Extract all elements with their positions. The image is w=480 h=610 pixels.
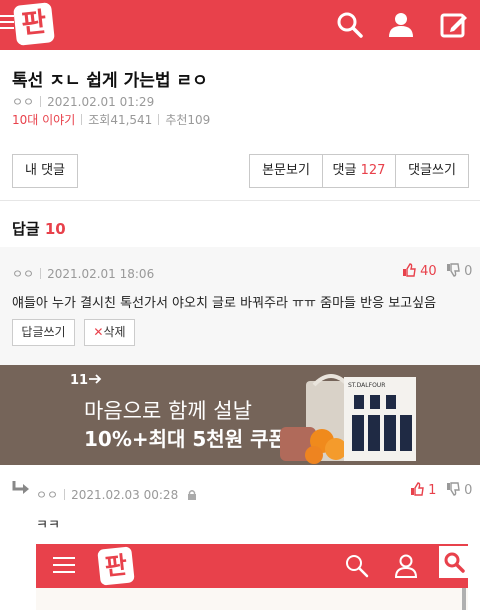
downvote-count: 0 (464, 264, 473, 279)
comments-label: 댓글 (332, 163, 357, 178)
recommend-count: 추천109 (165, 113, 211, 127)
ad-subheadline: 10%+최대 5천원 쿠폰 (84, 427, 287, 451)
logo[interactable]: 판 (13, 2, 55, 46)
embedded-search-box (439, 546, 468, 578)
reply-meta: ㅇㅇ 2021.02.03 00:28 (36, 486, 198, 503)
delete-button[interactable]: ✕삭제 (84, 319, 135, 346)
thumbs-up-icon (411, 482, 424, 496)
embedded-app-bar: 판 (36, 544, 468, 588)
ad-banner[interactable]: 11 마음으로 함께 설날 10%+최대 5천원 쿠폰 ST.DALFOUR (0, 365, 480, 465)
replies-heading: 답글 10 (12, 218, 66, 239)
lock-icon (188, 490, 197, 500)
reply-arrow-icon (12, 481, 29, 494)
upvote-count: 40 (420, 264, 437, 279)
menu-icon[interactable] (0, 15, 14, 33)
reply-text: ㅋㅋ (36, 518, 60, 533)
thumbs-down-icon (447, 482, 460, 496)
gift-set-image: ST.DALFOUR (280, 374, 416, 464)
post-meta: ㅇㅇ 2021.02.01 01:29 (12, 93, 154, 110)
search-icon (346, 555, 369, 578)
reply-downvote-button[interactable]: 0 (446, 482, 472, 498)
close-icon: ✕ (93, 325, 104, 339)
section-divider (0, 200, 480, 201)
user-icon[interactable] (386, 10, 416, 40)
reply-upvote-count: 1 (428, 483, 437, 498)
my-comments-button[interactable]: 내 댓글 (12, 154, 78, 188)
post-category[interactable]: 10대 이야기 (12, 113, 75, 127)
logo: 판 (97, 546, 135, 586)
write-comment-button[interactable]: 댓글쓰기 (395, 154, 469, 188)
upvote-button[interactable]: 40 (402, 263, 437, 279)
divider (158, 114, 160, 125)
comments-count: 127 (360, 163, 386, 178)
arrow-right-icon (89, 374, 102, 384)
reply-button[interactable]: 답글쓰기 (12, 319, 75, 346)
write-icon[interactable] (439, 10, 469, 40)
top-app-bar: 판 (0, 0, 480, 50)
scrollbar[interactable] (462, 588, 466, 610)
divider (40, 96, 42, 107)
post-stats: 10대 이야기 조회41,541 추천109 (12, 111, 210, 128)
ad-brand: 11 (70, 373, 102, 388)
comments-button[interactable]: 댓글 127 (322, 154, 396, 188)
divider (64, 489, 66, 500)
comment-card: ㅇㅇ 2021.02.01 18:06 40 0 얘들아 누가 결시친 톡선가서 … (0, 247, 480, 365)
comment-date: 2021.02.01 18:06 (47, 267, 155, 281)
embedded-content (36, 588, 468, 610)
reply-upvote-button[interactable]: 1 (410, 482, 436, 498)
comment-text: 얘들아 누가 결시친 톡선가서 야오치 글로 바꿔주라 ㅠㅠ 줌마들 반응 보고… (12, 296, 437, 311)
post-date: 2021.02.01 01:29 (47, 95, 155, 109)
thumbs-down-icon (447, 263, 460, 277)
ad-headline: 마음으로 함께 설날 (84, 399, 252, 423)
search-icon[interactable] (335, 10, 365, 40)
reply-date: 2021.02.03 00:28 (71, 488, 179, 502)
view-count: 조회41,541 (88, 113, 153, 127)
divider (81, 114, 83, 125)
replies-count: 10 (44, 220, 66, 238)
replies-label: 답글 (12, 220, 40, 238)
search-icon (444, 552, 465, 573)
comment-author: ㅇㅇ (12, 267, 35, 281)
product-label: ST.DALFOUR (348, 382, 385, 389)
delete-label: 삭제 (103, 325, 126, 339)
divider (40, 268, 42, 279)
comment-meta: ㅇㅇ 2021.02.01 18:06 (12, 265, 154, 282)
reply-downvote-count: 0 (464, 483, 473, 498)
menu-icon (53, 557, 75, 573)
user-icon (394, 554, 418, 578)
view-post-button[interactable]: 본문보기 (249, 154, 323, 188)
post-title: 톡선 ㅈㄴ 쉽게 가는법 ㄹㅇ (12, 71, 208, 91)
reply-author: ㅇㅇ (36, 488, 59, 502)
downvote-button[interactable]: 0 (446, 263, 472, 279)
post-author: ㅇㅇ (12, 95, 35, 109)
thumbs-up-icon (403, 263, 416, 277)
